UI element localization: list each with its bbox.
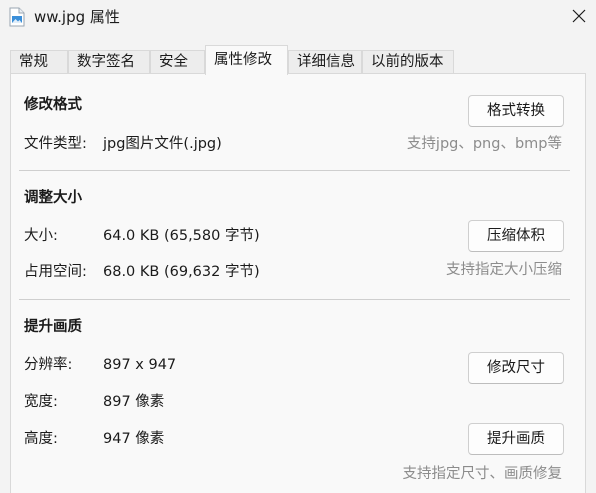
height-label: 高度:: [24, 431, 58, 447]
compress-button[interactable]: 压缩体积: [468, 220, 564, 252]
tab-property-edit[interactable]: 属性修改: [205, 45, 288, 75]
title-bar: ww.jpg 属性: [0, 0, 596, 36]
close-button[interactable]: [562, 0, 596, 34]
tab-previous-versions[interactable]: 以前的版本: [362, 50, 454, 74]
size-label: 大小:: [24, 228, 58, 244]
section-divider: [19, 170, 570, 171]
window-title: ww.jpg 属性: [34, 8, 120, 26]
format-hint: 支持jpg、png、bmp等: [406, 136, 562, 152]
disk-usage-value: 68.0 KB (69,632 字节): [103, 264, 260, 280]
image-file-icon: [8, 7, 26, 27]
file-type-value: jpg图片文件(.jpg): [103, 136, 222, 152]
tab-panel: 修改格式 格式转换 文件类型: jpg图片文件(.jpg) 支持jpg、png、…: [10, 73, 586, 493]
section-divider: [19, 299, 570, 300]
file-type-label: 文件类型:: [24, 136, 87, 152]
size-hint: 支持指定大小压缩: [446, 262, 562, 278]
width-value: 897 像素: [103, 394, 165, 410]
disk-usage-label: 占用空间:: [24, 264, 87, 280]
resolution-label: 分辨率:: [24, 357, 73, 373]
format-section-title: 修改格式: [24, 97, 82, 113]
enhance-quality-button[interactable]: 提升画质: [468, 423, 564, 455]
resize-button[interactable]: 修改尺寸: [468, 352, 564, 384]
width-label: 宽度:: [24, 394, 58, 410]
convert-format-button[interactable]: 格式转换: [468, 95, 564, 127]
height-value: 947 像素: [103, 431, 165, 447]
resolution-value: 897 x 947: [103, 357, 177, 373]
quality-section-title: 提升画质: [24, 319, 82, 335]
size-section-title: 调整大小: [24, 190, 82, 206]
tab-security[interactable]: 安全: [150, 50, 205, 74]
tab-general[interactable]: 常规: [10, 50, 68, 74]
quality-hint: 支持指定尺寸、画质修复: [402, 466, 563, 482]
size-value: 64.0 KB (65,580 字节): [103, 228, 260, 244]
close-icon: [572, 8, 586, 27]
tab-details[interactable]: 详细信息: [288, 50, 362, 74]
tab-digital-signature[interactable]: 数字签名: [68, 50, 150, 74]
